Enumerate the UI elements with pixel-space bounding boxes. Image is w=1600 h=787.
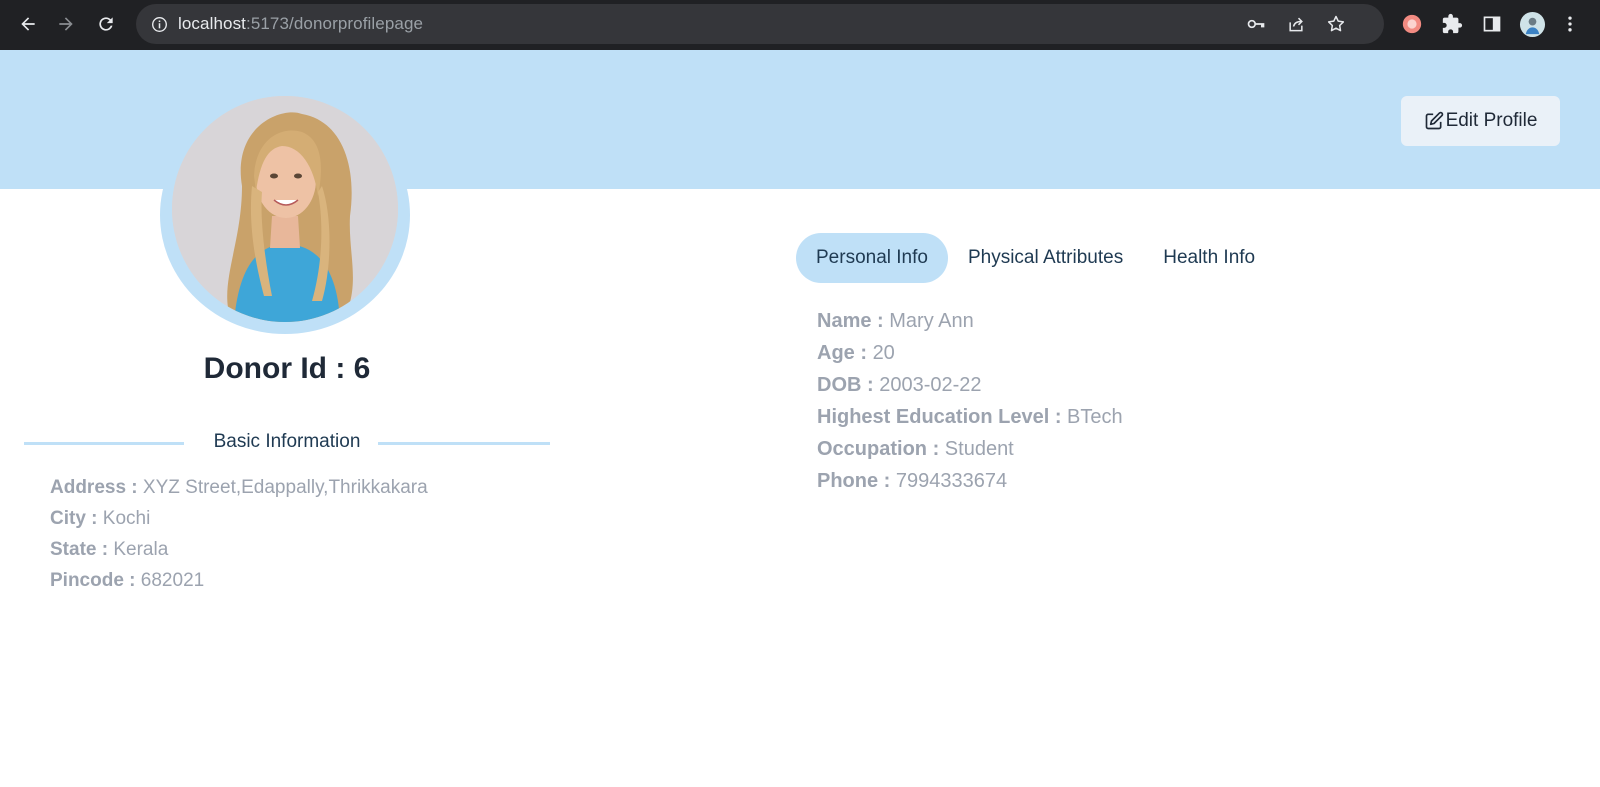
- url-path: :5173/donorprofilepage: [246, 14, 424, 33]
- city-value: Kochi: [102, 508, 151, 529]
- key-icon[interactable]: [1242, 4, 1270, 44]
- phone-row: Phone : 7994333674: [817, 465, 1123, 497]
- state-value: Kerala: [113, 539, 169, 560]
- more-vert-icon[interactable]: [1556, 10, 1584, 38]
- dob-label: DOB :: [817, 374, 874, 396]
- address-row: Address : XYZ Street,Edappally,Thrikkaka…: [50, 472, 428, 503]
- star-icon[interactable]: [1322, 4, 1350, 44]
- side-panel-icon[interactable]: [1478, 10, 1506, 38]
- tab-health-info[interactable]: Health Info: [1143, 233, 1275, 283]
- basic-info-heading: Basic Information: [213, 431, 361, 452]
- address-value: XYZ Street,Edappally,Thrikkakara: [142, 477, 428, 498]
- profile-avatar-icon[interactable]: [1518, 10, 1546, 38]
- state-row: State : Kerala: [50, 534, 428, 565]
- pincode-value: 682021: [140, 570, 205, 591]
- pincode-label: Pincode :: [50, 570, 136, 591]
- name-row: Name : Mary Ann: [817, 305, 1123, 337]
- tab-physical-attributes[interactable]: Physical Attributes: [948, 233, 1143, 283]
- occupation-row: Occupation : Student: [817, 433, 1123, 465]
- browser-toolbar: localhost:5173/donorprofilepage: [0, 0, 1600, 50]
- share-icon[interactable]: [1282, 4, 1310, 44]
- occupation-label: Occupation :: [817, 438, 940, 460]
- tab-personal-info[interactable]: Personal Info: [796, 233, 948, 283]
- dob-row: DOB : 2003-02-22: [817, 369, 1123, 401]
- edit-profile-label: Edit Profile: [1445, 110, 1538, 131]
- url-text[interactable]: localhost:5173/donorprofilepage: [178, 14, 423, 34]
- personal-info-list: Name : Mary Ann Age : 20 DOB : 2003-02-2…: [817, 305, 1123, 497]
- age-row: Age : 20: [817, 337, 1123, 369]
- info-icon[interactable]: [150, 15, 168, 33]
- address-label: Address :: [50, 477, 138, 498]
- dob-value: 2003-02-22: [879, 374, 982, 396]
- education-label: Highest Education Level :: [817, 406, 1062, 428]
- edit-icon: [1425, 111, 1443, 130]
- phone-value: 7994333674: [895, 470, 1008, 492]
- basic-info-divider: Basic Information: [24, 431, 550, 457]
- name-value: Mary Ann: [889, 310, 974, 332]
- puzzle-icon[interactable]: [1438, 10, 1466, 38]
- forward-arrow-icon[interactable]: [52, 10, 80, 38]
- occupation-value: Student: [944, 438, 1014, 460]
- profile-tabs: Personal Info Physical Attributes Health…: [796, 233, 1275, 283]
- donor-id-heading: Donor Id : 6: [203, 352, 371, 385]
- education-row: Highest Education Level : BTech: [817, 401, 1123, 433]
- education-value: BTech: [1067, 406, 1123, 428]
- edit-profile-button[interactable]: Edit Profile: [1401, 96, 1560, 146]
- back-arrow-icon[interactable]: [14, 10, 42, 38]
- state-label: State :: [50, 539, 109, 560]
- avatar: [172, 96, 398, 322]
- address-bar[interactable]: localhost:5173/donorprofilepage: [136, 4, 1384, 44]
- name-label: Name :: [817, 310, 884, 332]
- age-label: Age :: [817, 342, 867, 364]
- pincode-row: Pincode : 682021: [50, 565, 428, 596]
- phone-label: Phone :: [817, 470, 891, 492]
- age-value: 20: [872, 342, 895, 364]
- city-label: City :: [50, 508, 98, 529]
- reload-icon[interactable]: [92, 10, 120, 38]
- city-row: City : Kochi: [50, 503, 428, 534]
- basic-info-list: Address : XYZ Street,Edappally,Thrikkaka…: [50, 472, 428, 596]
- extension-circle-icon[interactable]: [1398, 10, 1426, 38]
- url-host: localhost: [178, 14, 246, 33]
